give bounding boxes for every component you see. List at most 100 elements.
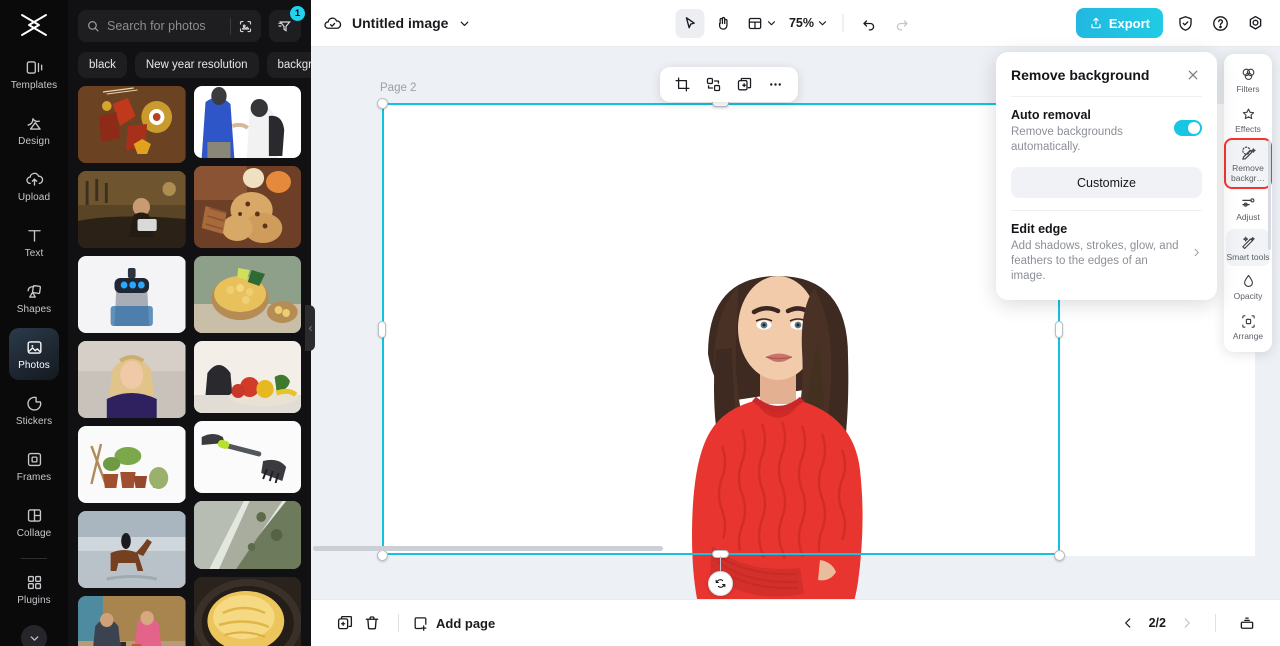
- delete-page-button[interactable]: [358, 610, 385, 637]
- photos-column-left: [78, 86, 186, 646]
- zoom-level: 75%: [788, 16, 815, 30]
- stickers-icon: [26, 396, 41, 411]
- hand-icon: [718, 16, 728, 30]
- adjust-icon: [1241, 198, 1255, 207]
- chip-background[interactable]: backgro: [266, 52, 311, 78]
- sidebar-item-upload[interactable]: Upload: [9, 160, 59, 212]
- photo-item[interactable]: [193, 577, 301, 646]
- layout-tool-button[interactable]: [741, 9, 780, 38]
- resize-handle-middle-left[interactable]: [378, 321, 386, 338]
- tool-filters[interactable]: Filters: [1226, 61, 1270, 99]
- undo-button[interactable]: [854, 9, 883, 38]
- panel-collapse-handle[interactable]: [305, 305, 315, 351]
- settings-gear-icon[interactable]: [1242, 10, 1268, 36]
- remove-background-panel: Remove background Auto removal Remove ba…: [996, 52, 1217, 300]
- resize-handle-bottom-left[interactable]: [377, 550, 388, 561]
- tool-effects[interactable]: Effects: [1226, 101, 1270, 139]
- tool-rail-scrollbar[interactable]: [1268, 140, 1271, 250]
- duplicate-button[interactable]: [731, 71, 758, 98]
- tool-label: Smart tools: [1226, 251, 1270, 262]
- customize-button[interactable]: Customize: [1011, 167, 1202, 198]
- sidebar-item-text[interactable]: Text: [9, 216, 59, 268]
- sidebar-item-plugins[interactable]: Plugins: [9, 563, 59, 615]
- select-tool-button[interactable]: [674, 8, 704, 38]
- close-icon[interactable]: [1184, 66, 1202, 84]
- hand-tool-button[interactable]: [708, 9, 737, 38]
- export-button[interactable]: Export: [1075, 8, 1163, 38]
- edit-edge-row[interactable]: Edit edge Add shadows, strokes, glow, an…: [1011, 222, 1202, 284]
- sidebar-item-design[interactable]: Design: [9, 104, 59, 156]
- chip-new-year-resolution[interactable]: New year resolution: [134, 52, 259, 78]
- duplicate-page-button[interactable]: [331, 610, 358, 637]
- crop-button[interactable]: [669, 71, 696, 98]
- auto-removal-toggle[interactable]: [1174, 120, 1202, 136]
- document-title-group[interactable]: Untitled image: [323, 14, 471, 33]
- tool-opacity[interactable]: Opacity: [1226, 268, 1270, 306]
- photo-item[interactable]: [78, 171, 186, 248]
- resize-handle-middle-right[interactable]: [1055, 321, 1063, 338]
- sidebar-item-stickers[interactable]: Stickers: [9, 384, 59, 436]
- tool-adjust[interactable]: Adjust: [1226, 189, 1270, 227]
- sidebar-item-templates[interactable]: Templates: [9, 48, 59, 100]
- add-page-button[interactable]: Add page: [412, 615, 495, 632]
- photo-item[interactable]: [78, 341, 186, 418]
- sidebar-item-collage[interactable]: Collage: [9, 496, 59, 548]
- sidebar-item-label: Frames: [16, 471, 52, 483]
- prev-page-button[interactable]: [1117, 612, 1139, 634]
- page-label: Page 2: [380, 82, 417, 94]
- photo-item[interactable]: [78, 596, 186, 646]
- photo-item[interactable]: [78, 86, 186, 163]
- search-input[interactable]: Search for photos: [78, 10, 261, 42]
- photo-item[interactable]: [193, 501, 301, 569]
- photo-thumb-omelette-pan: [193, 577, 301, 646]
- auto-removal-row: Auto removal Remove backgrounds automati…: [1011, 108, 1202, 155]
- shield-check-icon[interactable]: [1172, 10, 1198, 36]
- photo-item[interactable]: [193, 86, 301, 158]
- sidebar-item-label: Stickers: [15, 415, 53, 427]
- tool-label: Adjust: [1236, 212, 1260, 222]
- photo-item[interactable]: [193, 341, 301, 413]
- sidebar-item-label: Plugins: [17, 594, 51, 606]
- next-page-button[interactable]: [1176, 612, 1198, 634]
- resize-handle-top-left[interactable]: [377, 98, 388, 109]
- capcut-logo[interactable]: [12, 12, 56, 38]
- sidebar-item-photos[interactable]: Photos: [9, 328, 59, 380]
- resize-handle-bottom-right[interactable]: [1054, 550, 1065, 561]
- chip-black[interactable]: black: [78, 52, 127, 78]
- pages-panel-button[interactable]: [1233, 610, 1260, 637]
- filter-button[interactable]: 1: [269, 6, 305, 42]
- tool-smart-tools[interactable]: Smart tools: [1226, 228, 1270, 266]
- replace-button[interactable]: [700, 71, 727, 98]
- rail-items: Templates Design Upload Text Shapes Phot…: [0, 48, 68, 646]
- photo-item[interactable]: [78, 426, 186, 503]
- tool-label: Opacity: [1233, 291, 1263, 301]
- photo-thumb-garden-rake: [193, 421, 301, 493]
- edit-edge-label: Edit edge: [1011, 222, 1068, 236]
- tool-remove-background[interactable]: Remove backgr…: [1224, 138, 1272, 189]
- rotate-button[interactable]: [708, 571, 733, 596]
- design-icon: [26, 117, 41, 130]
- photo-item[interactable]: [78, 511, 186, 588]
- sidebar-item-label: Photos: [18, 359, 50, 371]
- photo-item[interactable]: [193, 166, 301, 248]
- sidebar-item-frames[interactable]: Frames: [9, 440, 59, 492]
- search-icon: [88, 21, 99, 32]
- photo-item[interactable]: [78, 256, 186, 333]
- page-navigation: 2/2: [1117, 610, 1260, 637]
- photo-item[interactable]: [193, 421, 301, 493]
- chevron-down-icon[interactable]: [458, 17, 471, 30]
- tool-arrange[interactable]: Arrange: [1226, 308, 1270, 346]
- chevron-down-icon: [30, 635, 38, 641]
- left-nav-rail: Templates Design Upload Text Shapes Phot…: [0, 0, 68, 646]
- rail-collapse-button[interactable]: [21, 625, 47, 646]
- more-options-button[interactable]: [762, 71, 789, 98]
- chevron-down-icon: [767, 21, 775, 26]
- photo-item[interactable]: [193, 256, 301, 333]
- sidebar-item-shapes[interactable]: Shapes: [9, 272, 59, 324]
- canvas-horizontal-scrollbar[interactable]: [313, 546, 663, 551]
- redo-button[interactable]: [887, 9, 916, 38]
- toggle-knob: [1188, 122, 1200, 134]
- zoom-control[interactable]: 75%: [784, 9, 831, 38]
- page-title: Untitled image: [352, 15, 449, 31]
- help-circle-icon[interactable]: [1207, 10, 1233, 36]
